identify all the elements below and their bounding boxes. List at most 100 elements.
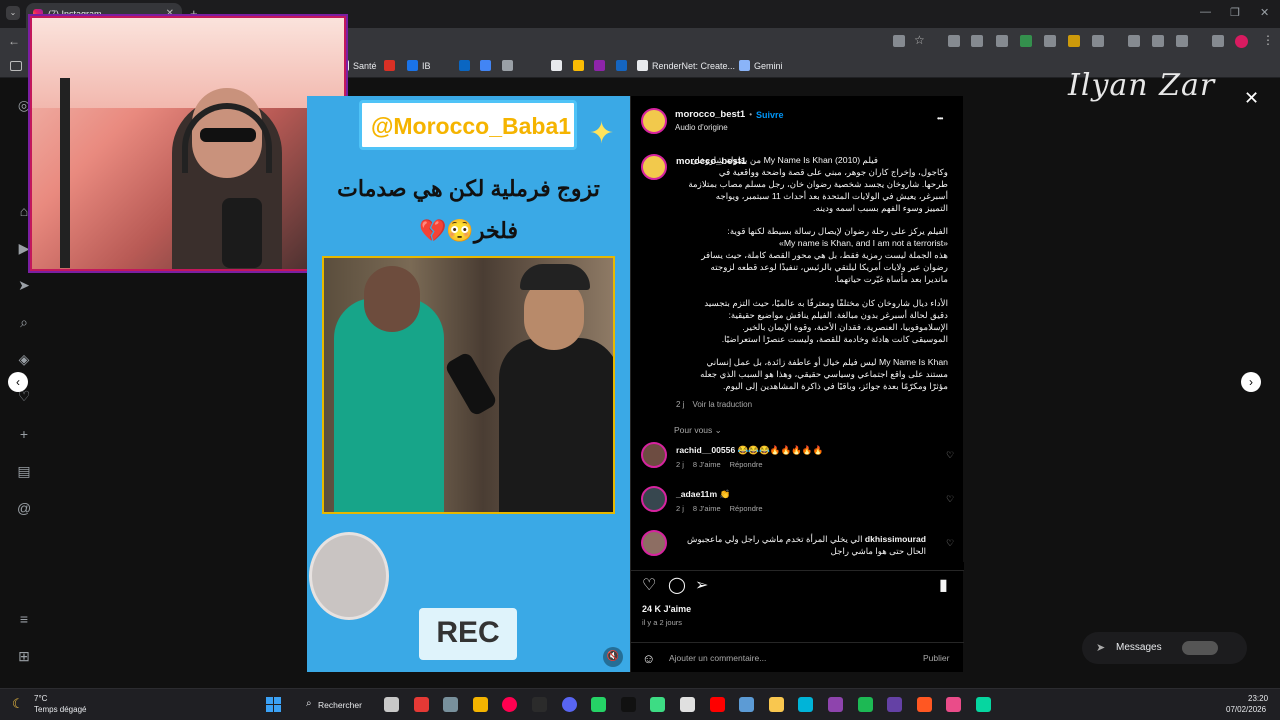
likes-count[interactable]: 24 K J'aime — [642, 604, 691, 614]
see-translation-link[interactable]: Voir la traduction — [692, 400, 752, 409]
previous-post-icon[interactable]: ‹ — [8, 372, 28, 392]
extension-icon[interactable] — [1128, 35, 1140, 47]
more-menu-icon[interactable]: ≡ — [17, 612, 31, 626]
comment-likes[interactable]: 8 J'aime — [693, 460, 721, 469]
comment-username[interactable]: dkhissimourad — [862, 534, 926, 544]
author-username[interactable]: morocco_best1 — [675, 109, 745, 120]
extension-icon[interactable] — [1020, 35, 1032, 47]
share-icon[interactable]: ➢ — [695, 575, 708, 595]
comment-like-icon[interactable]: ♡ — [946, 538, 954, 549]
comment-username[interactable]: rachid__00556 — [676, 445, 738, 455]
taskbar-app-icon[interactable] — [384, 697, 399, 712]
taskbar-app-icon[interactable] — [710, 697, 725, 712]
taskbar-app-icon[interactable] — [739, 697, 754, 712]
comment-likes[interactable]: 8 J'aime — [693, 504, 721, 513]
extension-icon[interactable] — [1068, 35, 1080, 47]
reels-icon[interactable]: ▶ — [17, 241, 31, 255]
taskbar-app-icon[interactable] — [828, 697, 843, 712]
start-windows-icon[interactable] — [266, 697, 281, 712]
clock-date[interactable]: 07/02/2026 — [1226, 705, 1266, 714]
comment-like-icon[interactable]: ♡ — [946, 450, 954, 461]
taskbar-app-icon[interactable] — [769, 697, 784, 712]
threads-icon[interactable]: @ — [17, 501, 31, 515]
search-icon[interactable]: ⌕ — [17, 315, 31, 329]
author-avatar[interactable] — [641, 108, 667, 134]
taskbar-app-icon[interactable] — [887, 697, 902, 712]
taskbar-app-icon[interactable] — [473, 697, 488, 712]
extension-icon[interactable] — [996, 35, 1008, 47]
taskbar-app-icon[interactable] — [532, 697, 547, 712]
close-window-icon[interactable]: ✕ — [1260, 6, 1269, 19]
back-icon[interactable]: ← — [8, 34, 20, 48]
taskbar-app-icon[interactable] — [798, 697, 813, 712]
bookmark-item[interactable] — [616, 60, 627, 71]
extension-icon[interactable] — [948, 35, 960, 47]
bookmark-item[interactable] — [480, 60, 491, 71]
extension-icon[interactable] — [1044, 35, 1056, 47]
bookmark-item[interactable]: Gemini — [739, 60, 783, 71]
bookmark-item[interactable] — [459, 60, 470, 71]
taskbar-app-icon[interactable] — [591, 697, 606, 712]
extensions-puzzle-icon[interactable] — [1092, 35, 1104, 47]
bookmark-item[interactable] — [551, 60, 562, 71]
profile-avatar[interactable] — [1235, 35, 1248, 48]
weather-icon[interactable]: ☾ — [12, 696, 24, 712]
install-app-icon[interactable] — [893, 35, 905, 47]
emoji-icon[interactable]: ☺ — [642, 651, 655, 666]
bookmarks-folder-icon[interactable] — [10, 61, 22, 71]
instagram-logo-icon[interactable]: ◎ — [17, 98, 31, 112]
comment-avatar[interactable] — [641, 530, 667, 556]
taskbar-app-icon[interactable] — [443, 697, 458, 712]
taskbar-app-icon[interactable] — [946, 697, 961, 712]
reading-list-icon[interactable] — [1212, 35, 1224, 47]
taskbar-app-icon[interactable] — [680, 697, 695, 712]
history-icon[interactable] — [1176, 35, 1188, 47]
meta-apps-icon[interactable]: ⊞ — [17, 649, 31, 663]
reel-video[interactable]: @Morocco_Baba1 ✦ تزوج فرملية لكن هي صدما… — [307, 96, 630, 672]
bookmark-item[interactable] — [573, 60, 584, 71]
password-key-icon[interactable] — [1152, 35, 1164, 47]
caption-avatar[interactable] — [641, 154, 667, 180]
home-icon[interactable]: ⌂ — [17, 204, 31, 218]
messages-button[interactable]: ➤ Messages — [1082, 632, 1247, 664]
taskbar-app-icon[interactable] — [562, 697, 577, 712]
more-options-icon[interactable]: ••• — [937, 114, 943, 123]
tab-search-chevron-icon[interactable]: ⌄ — [6, 6, 20, 20]
publish-button[interactable]: Publier — [923, 653, 949, 663]
save-bookmark-icon[interactable]: ▮ — [939, 575, 948, 595]
add-comment-input[interactable]: Ajouter un commentaire... — [669, 653, 766, 663]
comment-like-icon[interactable]: ♡ — [946, 494, 954, 505]
dashboard-icon[interactable]: ▤ — [17, 464, 31, 478]
clock-time[interactable]: 23:20 — [1248, 694, 1268, 703]
close-post-icon[interactable]: ✕ — [1244, 88, 1259, 109]
create-plus-icon[interactable]: + — [17, 427, 31, 441]
extension-icon[interactable] — [971, 35, 983, 47]
taskbar-app-icon[interactable] — [650, 697, 665, 712]
taskbar-app-icon[interactable] — [502, 697, 517, 712]
reply-button[interactable]: Répondre — [730, 460, 763, 469]
bookmark-item[interactable] — [384, 60, 395, 71]
bookmark-star-icon[interactable]: ☆ — [914, 33, 925, 47]
taskbar-app-icon[interactable] — [621, 697, 636, 712]
comment-username[interactable]: _adae11m — [676, 489, 719, 499]
comment-avatar[interactable] — [641, 486, 667, 512]
comment-icon[interactable]: ◯ — [668, 575, 686, 595]
weather-temp[interactable]: 7°C — [34, 694, 47, 703]
follow-button[interactable]: Suivre — [756, 110, 784, 120]
reply-button[interactable]: Répondre — [730, 504, 763, 513]
bookmark-item[interactable] — [502, 60, 513, 71]
taskbar-app-icon[interactable] — [917, 697, 932, 712]
like-heart-icon[interactable]: ♡ — [642, 575, 656, 595]
comment-avatar[interactable] — [641, 442, 667, 468]
for-you-dropdown[interactable]: Pour vous ⌄ — [674, 425, 722, 436]
browser-menu-icon[interactable]: ⋮ — [1262, 33, 1274, 47]
mute-icon[interactable]: 🔇 — [603, 647, 623, 667]
next-post-icon[interactable]: › — [1241, 372, 1261, 392]
explore-icon[interactable]: ◈ — [17, 352, 31, 366]
maximize-icon[interactable]: ❐ — [1230, 6, 1240, 19]
bookmark-item[interactable]: IB — [407, 60, 431, 71]
direct-messages-icon[interactable]: ➤ — [17, 278, 31, 292]
weather-desc[interactable]: Temps dégagé — [34, 705, 86, 714]
bookmark-item[interactable]: RenderNet: Create... — [637, 60, 735, 71]
taskbar-app-icon[interactable] — [414, 697, 429, 712]
